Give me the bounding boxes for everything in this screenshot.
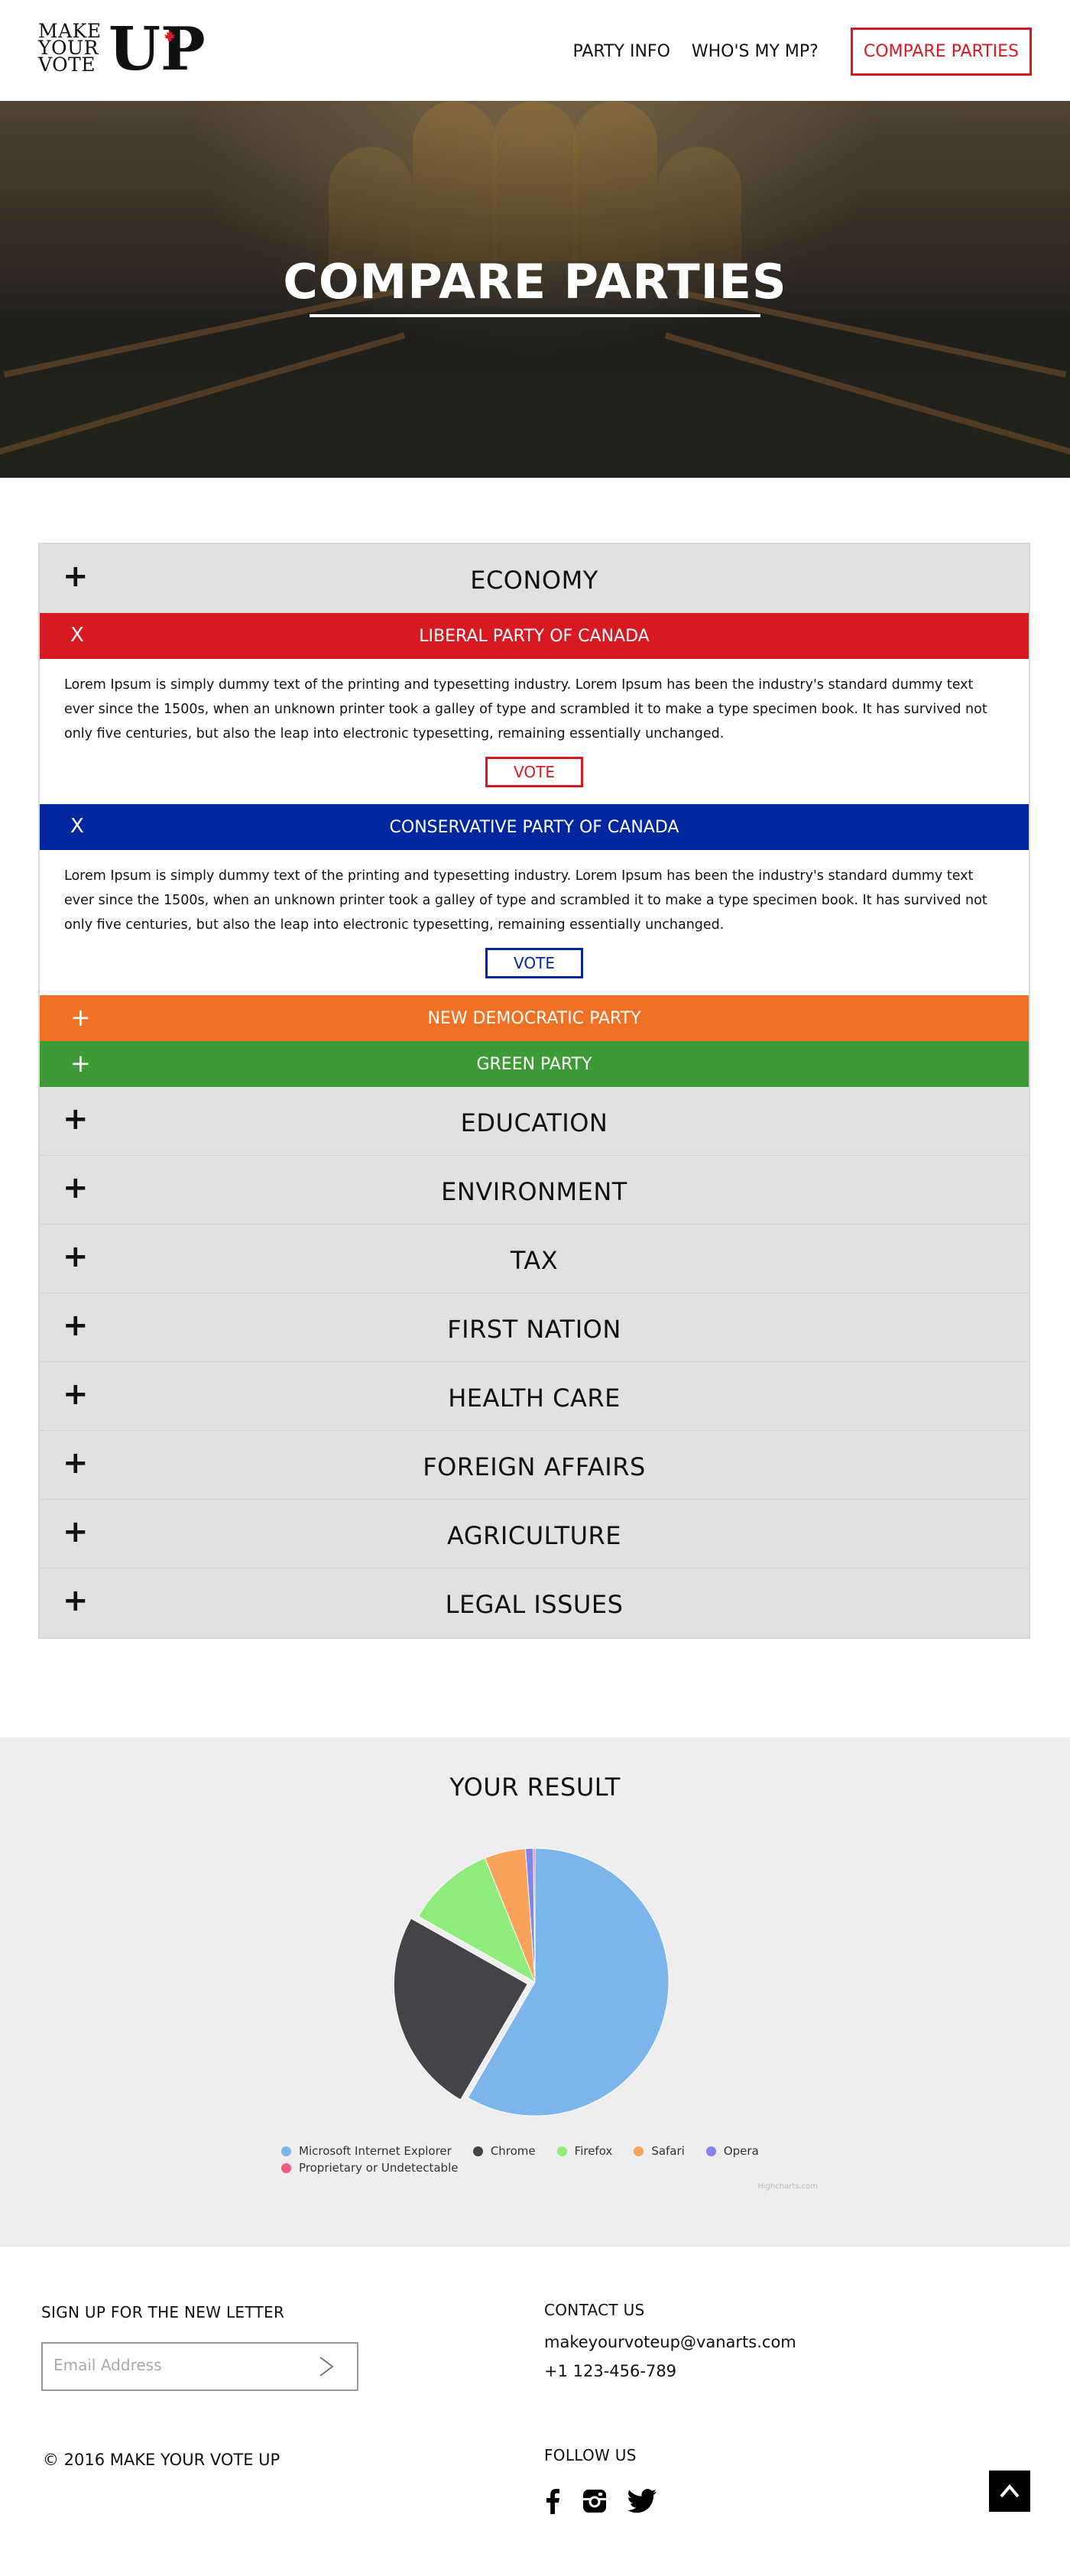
- chart-legend: Microsoft Internet Explorer Chrome Firefox…: [281, 2143, 816, 2176]
- site-header: MAKE YOUR VOTE UP PARTY INFO WHO'S MY MP…: [0, 0, 1070, 101]
- site-logo[interactable]: MAKE YOUR VOTE UP: [38, 20, 206, 79]
- legend-marker: [556, 2146, 567, 2156]
- chevron-up-icon: [998, 2483, 1021, 2500]
- legend-item[interactable]: Proprietary or Undetectable: [281, 2161, 458, 2175]
- topic-education[interactable]: + EDUCATION: [40, 1087, 1029, 1156]
- nav-party-info[interactable]: PARTY INFO: [573, 42, 670, 61]
- main-nav: PARTY INFO WHO'S MY MP? COMPARE PARTIES: [552, 28, 1032, 76]
- party-description: Lorem Ipsum is simply dummy text of the …: [64, 868, 987, 933]
- legend-label: Safari: [651, 2144, 685, 2158]
- topic-agriculture[interactable]: + AGRICULTURE: [40, 1500, 1029, 1569]
- legend-label: Firefox: [574, 2144, 613, 2158]
- legend-label: Chrome: [490, 2144, 536, 2158]
- legend-label: Microsoft Internet Explorer: [299, 2144, 452, 2158]
- logo-up: UP: [109, 15, 206, 84]
- legend-label: Proprietary or Undetectable: [299, 2161, 459, 2175]
- legend-marker: [281, 2162, 291, 2173]
- party-name: NEW DEMOCRATIC PARTY: [427, 1009, 641, 1028]
- party-description: Lorem Ipsum is simply dummy text of the …: [64, 677, 987, 741]
- twitter-icon[interactable]: [627, 2486, 657, 2516]
- nav-whos-my-mp[interactable]: WHO'S MY MP?: [692, 42, 819, 61]
- topic-legal-issues[interactable]: + LEGAL ISSUES: [40, 1569, 1029, 1637]
- legend-label: Opera: [723, 2144, 759, 2158]
- topic-label: TAX: [510, 1246, 559, 1275]
- party-name: CONSERVATIVE PARTY OF CANADA: [389, 818, 679, 837]
- email-input[interactable]: [54, 2356, 298, 2374]
- compare-accordion: + ECONOMY X LIBERAL PARTY OF CANADA Lore…: [38, 543, 1030, 1639]
- facebook-icon[interactable]: [543, 2486, 563, 2516]
- vote-liberal-button[interactable]: VOTE: [485, 757, 583, 787]
- chart-credit[interactable]: Highcharts.com: [757, 2182, 818, 2191]
- legend-row: Microsoft Internet Explorer Chrome Firefox…: [281, 2143, 816, 2159]
- result-title: YOUR RESULT: [449, 1773, 621, 1802]
- topic-tax[interactable]: + TAX: [40, 1225, 1029, 1293]
- topic-label: ECONOMY: [470, 566, 598, 595]
- topic-environment[interactable]: + ENVIRONMENT: [40, 1156, 1029, 1225]
- hero-banner: COMPARE PARTIES: [0, 101, 1070, 478]
- legend-item[interactable]: Microsoft Internet Explorer: [281, 2144, 452, 2158]
- topic-label: FOREIGN AFFAIRS: [423, 1452, 646, 1481]
- topic-economy[interactable]: + ECONOMY: [40, 544, 1029, 613]
- legend-marker: [634, 2146, 644, 2156]
- newsletter-title: SIGN UP FOR THE NEW LETTER: [41, 2303, 285, 2321]
- topic-label: FIRST NATION: [447, 1315, 621, 1344]
- legend-marker: [705, 2146, 716, 2156]
- legend-row: Proprietary or Undetectable: [281, 2159, 816, 2176]
- topic-first-nation[interactable]: + FIRST NATION: [40, 1293, 1029, 1362]
- vote-conservative-button[interactable]: VOTE: [485, 948, 583, 978]
- party-liberal-header[interactable]: X LIBERAL PARTY OF CANADA: [40, 613, 1029, 659]
- legend-item[interactable]: Chrome: [472, 2144, 536, 2158]
- topic-health-care[interactable]: + HEALTH CARE: [40, 1362, 1029, 1431]
- legend-marker: [472, 2146, 483, 2156]
- contact-phone[interactable]: +1 123-456-789: [544, 2362, 676, 2380]
- contact-email[interactable]: makeyourvoteup@vanarts.com: [544, 2333, 796, 2351]
- party-name: LIBERAL PARTY OF CANADA: [419, 627, 650, 646]
- social-links: [543, 2486, 674, 2516]
- topic-label: HEALTH CARE: [448, 1384, 621, 1413]
- party-conservative-body: Lorem Ipsum is simply dummy text of the …: [40, 850, 1029, 995]
- topic-label: ENVIRONMENT: [441, 1177, 627, 1206]
- topic-label: EDUCATION: [460, 1108, 608, 1137]
- legend-marker: [281, 2146, 291, 2156]
- logo-line-3: VOTE: [38, 54, 96, 76]
- maple-leaf-icon: [163, 29, 177, 43]
- follow-title: FOLLOW US: [544, 2446, 637, 2464]
- legend-item[interactable]: Opera: [705, 2144, 759, 2158]
- party-liberal-body: Lorem Ipsum is simply dummy text of the …: [40, 659, 1029, 804]
- legend-item[interactable]: Safari: [634, 2144, 685, 2158]
- contact-title: CONTACT US: [544, 2301, 645, 2319]
- party-green-header[interactable]: + GREEN PARTY: [40, 1041, 1029, 1087]
- party-ndp-header[interactable]: + NEW DEMOCRATIC PARTY: [40, 995, 1029, 1041]
- topic-label: AGRICULTURE: [447, 1521, 621, 1550]
- party-conservative-header[interactable]: X CONSERVATIVE PARTY OF CANADA: [40, 804, 1029, 850]
- topic-foreign-affairs[interactable]: + FOREIGN AFFAIRS: [40, 1431, 1029, 1500]
- page-title: COMPARE PARTIES: [283, 254, 787, 310]
- instagram-icon[interactable]: [579, 2486, 610, 2516]
- chevron-right-icon[interactable]: [317, 2351, 336, 2389]
- topic-label: LEGAL ISSUES: [445, 1590, 624, 1619]
- nav-compare-parties-button[interactable]: COMPARE PARTIES: [850, 28, 1032, 76]
- result-section: YOUR RESULT Microsoft Internet Explorer C…: [0, 1737, 1070, 2247]
- title-underline: [310, 314, 760, 317]
- back-to-top-button[interactable]: [989, 2471, 1030, 2512]
- result-pie-chart[interactable]: [382, 1841, 688, 2131]
- party-name: GREEN PARTY: [476, 1055, 592, 1074]
- copyright: © 2016 MAKE YOUR VOTE UP: [43, 2451, 280, 2469]
- legend-item[interactable]: Firefox: [556, 2144, 613, 2158]
- newsletter-form: [41, 2342, 358, 2391]
